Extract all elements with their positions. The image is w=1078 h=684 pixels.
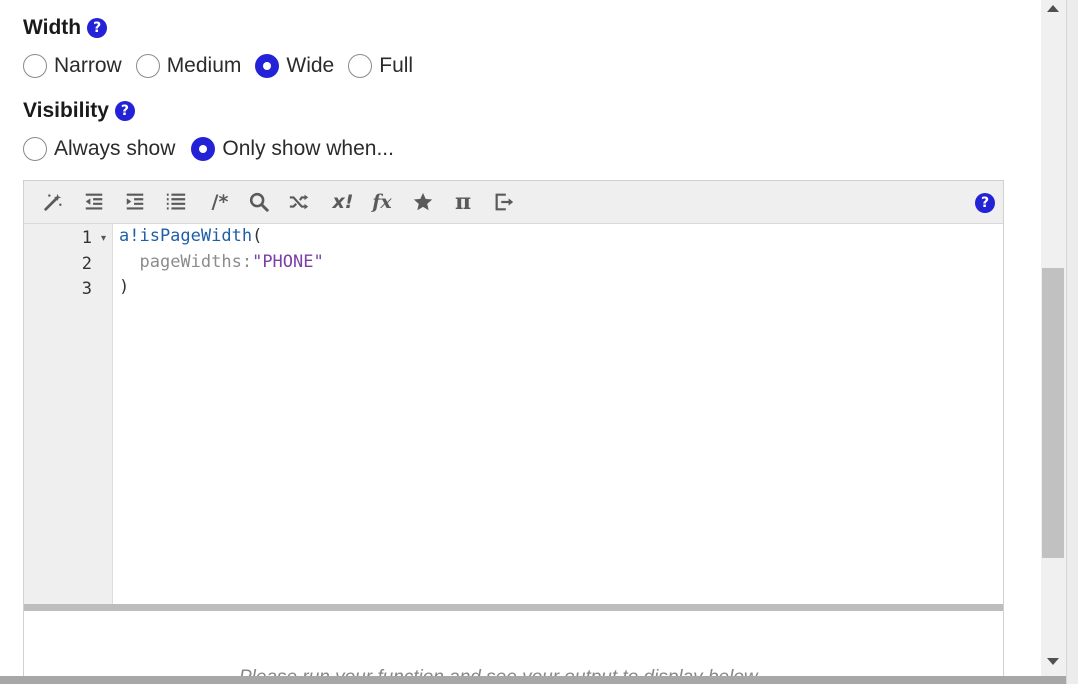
editor-toolbar: /* x! fx π ?	[24, 181, 1003, 224]
window-bottom-border	[0, 676, 1066, 684]
line-number: 1	[81, 228, 92, 248]
visibility-label: Visibility ?	[23, 99, 135, 123]
width-radio-group: Narrow Medium Wide Full	[23, 54, 427, 78]
shuffle-icon[interactable]	[286, 189, 312, 215]
search-icon[interactable]	[246, 189, 272, 215]
visibility-option-only-when[interactable]: Only show when...	[191, 137, 394, 161]
width-option-narrow[interactable]: Narrow	[23, 54, 122, 78]
radio-label: Only show when...	[222, 137, 394, 160]
radio-label: Always show	[54, 137, 176, 160]
radio-button[interactable]	[348, 54, 373, 78]
line-gutter: 1 ▾ 2 3	[24, 224, 113, 604]
radio-label: Full	[379, 54, 414, 77]
resize-splitter[interactable]	[24, 604, 1003, 611]
radio-label: Medium	[166, 54, 242, 77]
visibility-option-always[interactable]: Always show	[23, 137, 175, 161]
form-panel: Width ? Narrow Medium Wide Full Visibili…	[0, 0, 1041, 676]
width-label-text: Width	[23, 16, 82, 39]
magic-wand-icon[interactable]	[40, 189, 66, 215]
code-area[interactable]: 1 ▾ 2 3 a!isPageWidth( pageWidths:"PHONE…	[24, 224, 1003, 604]
radio-label: Narrow	[54, 54, 122, 77]
width-option-medium[interactable]: Medium	[135, 54, 242, 78]
vertical-scrollbar[interactable]	[1041, 0, 1066, 676]
comment-icon[interactable]: /*	[205, 189, 235, 215]
code-line-1[interactable]: a!isPageWidth(	[119, 226, 262, 246]
visibility-radio-group: Always show Only show when...	[23, 137, 408, 161]
code-token: "PHONE"	[252, 252, 324, 272]
indent-icon[interactable]	[122, 189, 148, 215]
code-token: a!isPageWidth	[119, 226, 253, 246]
radio-button[interactable]	[23, 137, 47, 161]
scroll-up-arrow-icon[interactable]	[1047, 5, 1059, 12]
visibility-label-text: Visibility	[23, 99, 109, 122]
visibility-help-icon[interactable]: ?	[114, 101, 135, 121]
radio-button[interactable]	[135, 54, 160, 78]
code-line-2[interactable]: pageWidths:"PHONE"	[119, 252, 324, 272]
radio-button-selected[interactable]	[255, 54, 280, 78]
expression-editor: /* x! fx π ? 1 ▾ 2 3 a!isPageWidth(page…	[23, 180, 1004, 676]
list-icon[interactable]	[163, 189, 189, 215]
line-number: 3	[81, 279, 92, 299]
output-preview: Please run your function and see your ou…	[24, 611, 1003, 676]
scroll-down-arrow-icon[interactable]	[1047, 658, 1059, 665]
pi-icon[interactable]: π	[450, 189, 476, 215]
radio-label: Wide	[286, 54, 335, 77]
editor-help-icon[interactable]: ?	[975, 193, 995, 213]
width-help-icon[interactable]: ?	[87, 18, 108, 38]
exit-icon[interactable]	[491, 189, 517, 215]
fold-arrow-icon[interactable]: ▾	[101, 233, 106, 244]
scroll-thumb[interactable]	[1042, 268, 1064, 558]
star-icon[interactable]	[410, 189, 436, 215]
code-token: (	[252, 226, 263, 246]
width-label: Width ?	[23, 16, 108, 40]
width-option-full[interactable]: Full	[348, 54, 413, 78]
outdent-icon[interactable]	[81, 189, 107, 215]
width-option-wide[interactable]: Wide	[255, 54, 334, 78]
function-icon[interactable]: fx	[369, 189, 395, 215]
radio-button[interactable]	[23, 54, 47, 78]
background-window-edge	[1066, 0, 1078, 684]
preview-placeholder-text: Please run your function and see your ou…	[239, 667, 762, 676]
line-number: 2	[81, 254, 92, 274]
code-line-3[interactable]: )	[119, 277, 129, 297]
code-token: pageWidths:	[139, 252, 253, 272]
x-bang-icon[interactable]: x!	[328, 189, 358, 215]
radio-button-selected[interactable]	[191, 137, 216, 161]
code-token: )	[119, 277, 130, 297]
